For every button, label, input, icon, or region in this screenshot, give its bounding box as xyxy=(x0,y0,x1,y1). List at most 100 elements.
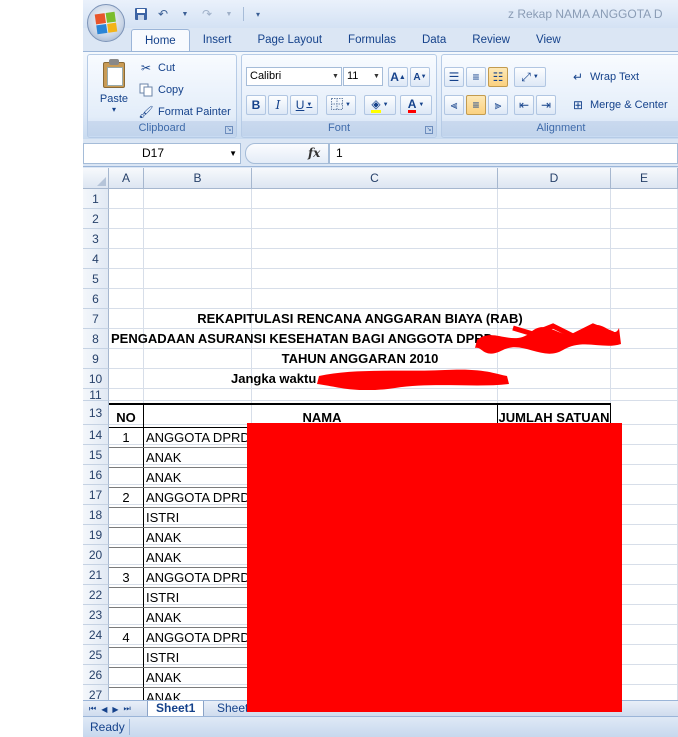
row-header[interactable]: 11 xyxy=(83,389,109,401)
italic-button[interactable]: I xyxy=(268,95,288,115)
excel-window: ↶ ▼ ↷ ▼ ▾ z Rekap NAMA ANGGOTA D Home In… xyxy=(83,0,678,737)
row-header[interactable]: 2 xyxy=(83,209,109,229)
font-size-select[interactable]: 11 ▼ xyxy=(343,67,383,86)
orientation-button[interactable]: ⤢ ▼ xyxy=(514,67,546,87)
row-header[interactable]: 26 xyxy=(83,665,109,685)
entry-nama: ANGGOTA DPRD xyxy=(146,430,250,445)
align-center-button[interactable]: ≡ xyxy=(466,95,486,115)
fill-color-button[interactable]: ◈ ▼ xyxy=(364,95,396,115)
row-header[interactable]: 3 xyxy=(83,229,109,249)
row-header[interactable]: 6 xyxy=(83,289,109,309)
shrink-font-button[interactable]: A ▼ xyxy=(410,67,430,87)
row-header[interactable]: 5 xyxy=(83,269,109,289)
row-header[interactable]: 21 xyxy=(83,565,109,585)
status-text: Ready xyxy=(90,720,125,734)
row-header[interactable]: 7 xyxy=(83,309,109,329)
row-header[interactable]: 16 xyxy=(83,465,109,485)
entry-nama: ANAK xyxy=(146,550,182,565)
column-header-d[interactable]: D xyxy=(498,168,611,189)
row-header[interactable]: 18 xyxy=(83,505,109,525)
cut-button[interactable]: ✂ Cut xyxy=(138,59,175,77)
align-bottom-button[interactable]: ☷ xyxy=(488,67,508,87)
underline-button[interactable]: U ▼ xyxy=(290,95,318,115)
first-sheet-icon[interactable]: ⏮ xyxy=(89,704,96,714)
row-header[interactable]: 13 xyxy=(83,401,109,425)
copy-button[interactable]: Copy xyxy=(138,81,184,99)
entry-nama: ISTRI xyxy=(146,650,180,665)
row-header[interactable]: 10 xyxy=(83,369,109,389)
redaction-block xyxy=(247,423,622,700)
column-header-a[interactable]: A xyxy=(109,168,144,189)
row-header[interactable]: 9 xyxy=(83,349,109,369)
undo-icon[interactable]: ↶ xyxy=(155,6,171,22)
insert-function-icon[interactable]: fx xyxy=(308,146,320,160)
row-header[interactable]: 8 xyxy=(83,329,109,349)
row-header[interactable]: 17 xyxy=(83,485,109,505)
align-top-button[interactable]: ☰ xyxy=(444,67,464,87)
font-name-select[interactable]: Calibri ▼ xyxy=(246,67,342,86)
entry-nama: ANGGOTA DPRD xyxy=(146,490,250,505)
select-all-corner[interactable] xyxy=(83,168,109,189)
undo-dropdown-icon[interactable]: ▼ xyxy=(177,6,193,22)
column-header-b[interactable]: B xyxy=(144,168,252,189)
row-header[interactable]: 24 xyxy=(83,625,109,645)
bold-button[interactable]: B xyxy=(246,95,266,115)
tab-data[interactable]: Data xyxy=(409,29,459,51)
gridline xyxy=(109,400,678,401)
paste-dropdown-icon[interactable]: ▾ xyxy=(94,105,134,114)
office-logo-icon xyxy=(94,11,118,35)
font-color-button[interactable]: A ▼ xyxy=(400,95,432,115)
row-header[interactable]: 20 xyxy=(83,545,109,565)
increase-indent-button[interactable]: ⇥ xyxy=(536,95,556,115)
wrap-text-button[interactable]: ↵ Wrap Text xyxy=(570,68,639,86)
name-box[interactable]: D17 ▼ xyxy=(83,143,241,164)
row-header[interactable]: 23 xyxy=(83,605,109,625)
row-header[interactable]: 22 xyxy=(83,585,109,605)
column-header-c[interactable]: C xyxy=(252,168,498,189)
quick-access-toolbar: ↶ ▼ ↷ ▼ ▾ xyxy=(133,6,266,22)
sheet-nav-buttons: ⏮ ◀ ▶ ⏭ xyxy=(89,701,131,717)
row-header[interactable]: 19 xyxy=(83,525,109,545)
row-header[interactable]: 14 xyxy=(83,425,109,445)
align-middle-button[interactable]: ≡ xyxy=(466,67,486,87)
next-sheet-icon[interactable]: ▶ xyxy=(112,705,118,714)
entry-nama: ISTRI xyxy=(146,590,180,605)
sheet-tab-sheet1[interactable]: Sheet1 xyxy=(147,701,205,717)
row-header[interactable]: 1 xyxy=(83,189,109,209)
borders-button[interactable]: ▼ xyxy=(326,95,356,115)
redaction-scribble xyxy=(475,323,621,354)
tab-view[interactable]: View xyxy=(523,29,574,51)
grow-font-button[interactable]: A ▲ xyxy=(388,67,408,87)
name-box-dropdown-icon[interactable]: ▼ xyxy=(229,144,237,163)
customize-qat-icon[interactable]: ▾ xyxy=(250,6,266,22)
save-icon[interactable] xyxy=(133,6,149,22)
status-separator xyxy=(129,719,130,735)
tab-review[interactable]: Review xyxy=(459,29,523,51)
formula-input[interactable]: 1 xyxy=(329,143,678,164)
last-sheet-icon[interactable]: ⏭ xyxy=(124,704,131,714)
tab-formulas[interactable]: Formulas xyxy=(335,29,409,51)
align-right-button[interactable]: ⫸ xyxy=(488,95,508,115)
align-left-button[interactable]: ⫷ xyxy=(444,95,464,115)
font-dialog-launcher-icon[interactable]: ↘ xyxy=(425,126,433,134)
column-header-e[interactable]: E xyxy=(611,168,678,189)
paste-button[interactable]: Paste ▾ xyxy=(94,59,134,114)
tab-home[interactable]: Home xyxy=(131,29,190,51)
row-header[interactable]: 4 xyxy=(83,249,109,269)
redo-dropdown-icon[interactable]: ▼ xyxy=(221,6,237,22)
clipboard-dialog-launcher-icon[interactable]: ↘ xyxy=(225,126,233,134)
format-painter-button[interactable]: 🖌 Format Painter xyxy=(138,103,230,121)
office-button[interactable] xyxy=(87,4,125,42)
spreadsheet-grid[interactable]: A B C D E 1 2 3 4 5 6 7 8 9 10 11 13 14 15 16 17 18 19 20 2… xyxy=(83,168,678,700)
tab-insert[interactable]: Insert xyxy=(190,29,245,51)
row-header[interactable]: 15 xyxy=(83,445,109,465)
paste-icon xyxy=(101,59,127,89)
prev-sheet-icon[interactable]: ◀ xyxy=(101,705,107,714)
row-header[interactable]: 27 xyxy=(83,685,109,700)
paint-bucket-icon: ◈ xyxy=(371,96,381,113)
tab-page-layout[interactable]: Page Layout xyxy=(244,29,335,51)
row-header[interactable]: 25 xyxy=(83,645,109,665)
merge-center-button[interactable]: ⊞ Merge & Center xyxy=(570,96,668,114)
decrease-indent-button[interactable]: ⇤ xyxy=(514,95,534,115)
redo-icon[interactable]: ↷ xyxy=(199,6,215,22)
